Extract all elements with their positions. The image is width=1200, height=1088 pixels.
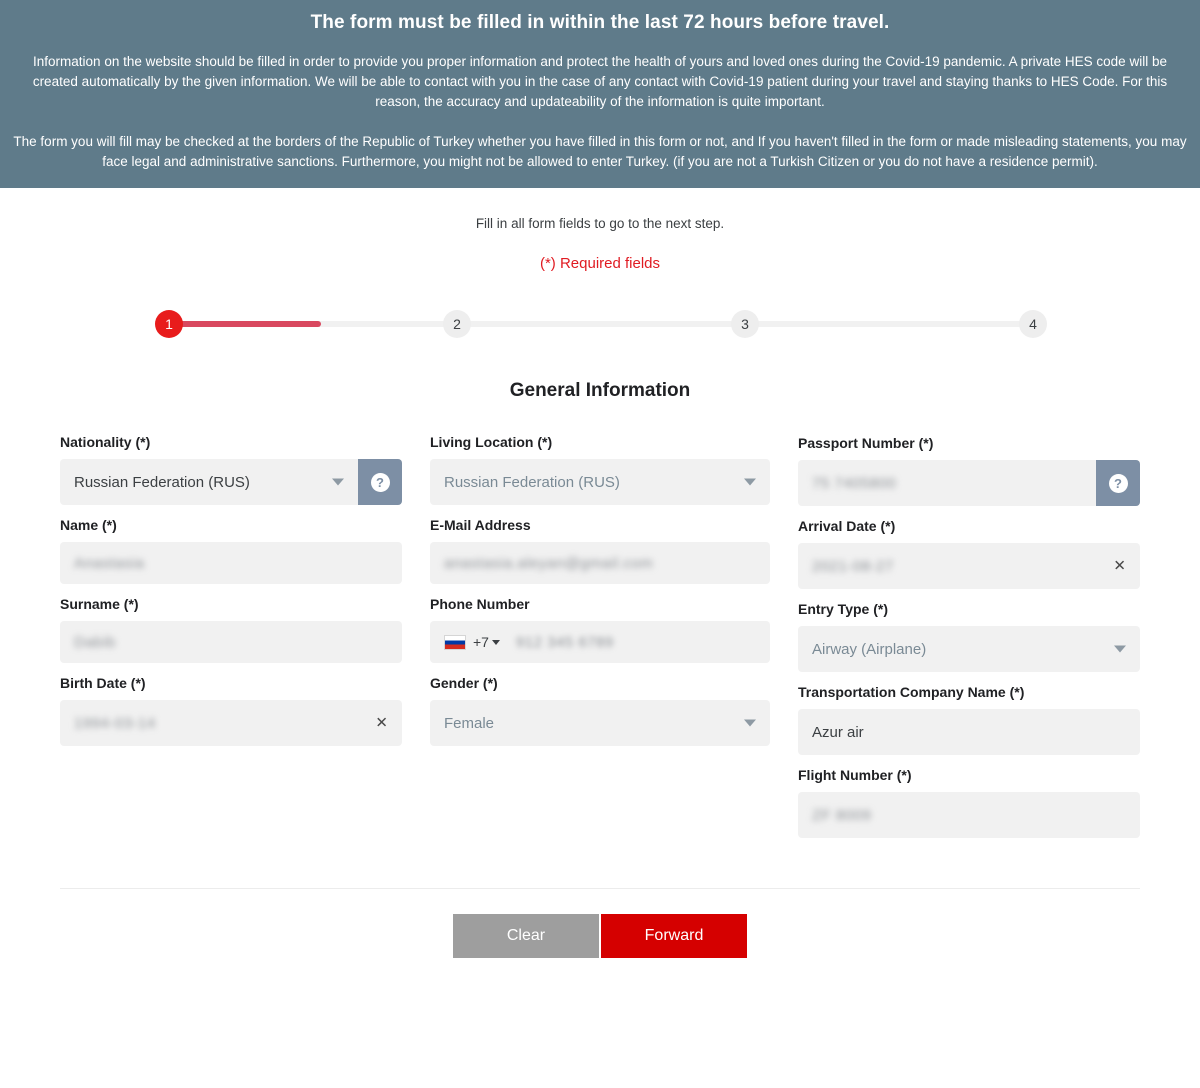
chevron-down-icon — [491, 639, 500, 645]
general-information-form: Nationality (*) Russian Federation (RUS)… — [0, 432, 1200, 848]
field-label-flight-number: Flight Number (*) — [798, 767, 912, 783]
nationality-select[interactable]: Russian Federation (RUS) ? — [60, 459, 402, 505]
surname-value: Dabib — [74, 633, 116, 651]
flight-number-value: ZF 8009 — [812, 806, 872, 824]
field-label-email: E-Mail Address — [430, 517, 531, 533]
step-item-2[interactable]: 2 — [443, 310, 471, 338]
info-banner: The form must be filled in within the la… — [0, 0, 1200, 188]
russia-flag-icon — [444, 634, 466, 650]
name-value: Anastasia — [74, 554, 145, 572]
intro-section: Fill in all form fields to go to the nex… — [0, 188, 1200, 272]
living-location-value: Russian Federation (RUS) — [444, 473, 620, 491]
phone-dial-code: +7 — [473, 634, 489, 650]
phone-country-selector[interactable]: +7 — [444, 634, 500, 650]
step-item-4[interactable]: 4 — [1019, 310, 1047, 338]
field-passport-number: Passport Number (*) 75 7405800 ? — [798, 433, 1140, 506]
close-icon[interactable]: ✕ — [375, 716, 388, 731]
arrival-date-value: 2021-08-27 — [812, 557, 894, 575]
footer-divider — [60, 888, 1140, 889]
banner-paragraph-2: The form you will fill may be checked at… — [13, 134, 1187, 169]
passport-number-value: 75 7405800 — [812, 474, 897, 492]
field-nationality: Nationality (*) Russian Federation (RUS)… — [60, 432, 402, 505]
forward-button[interactable]: Forward — [601, 914, 747, 958]
question-mark-icon: ? — [370, 472, 390, 492]
field-flight-number: Flight Number (*) ZF 8009 — [798, 765, 1140, 838]
clear-button[interactable]: Clear — [453, 914, 599, 958]
transportation-company-input[interactable]: Azur air — [798, 709, 1140, 755]
birth-date-value: 1994-03-14 — [74, 714, 156, 732]
field-transportation-company: Transportation Company Name (*) Azur air — [798, 682, 1140, 755]
flight-number-input[interactable]: ZF 8009 — [798, 792, 1140, 838]
name-input[interactable]: Anastasia — [60, 542, 402, 584]
field-name: Name (*) Anastasia — [60, 515, 402, 584]
step-progress-indicator: 1 2 3 4 — [155, 304, 1047, 344]
form-column-3: Passport Number (*) 75 7405800 ? Arrival… — [798, 432, 1140, 848]
birth-date-input[interactable]: 1994-03-14 ✕ — [60, 700, 402, 746]
chevron-down-icon — [744, 719, 756, 727]
page-title: General Information — [509, 380, 691, 401]
field-surname: Surname (*) Dabib — [60, 594, 402, 663]
email-value: anastasia.aleyan@gmail.com — [444, 554, 654, 572]
field-label-name: Name (*) — [60, 517, 117, 533]
phone-value: 912 345 6789 — [515, 633, 614, 651]
field-entry-type: Entry Type (*) Airway (Airplane) — [798, 599, 1140, 672]
step-progress-fill — [171, 321, 321, 327]
field-label-entry-type: Entry Type (*) — [798, 601, 888, 617]
question-mark-icon: ? — [1108, 473, 1128, 493]
form-actions: Clear Forward — [0, 914, 1200, 958]
field-label-transportation-company: Transportation Company Name (*) — [798, 684, 1025, 700]
field-gender: Gender (*) Female — [430, 673, 770, 746]
nationality-help-button[interactable]: ? — [358, 459, 402, 505]
transportation-company-value: Azur air — [812, 723, 864, 741]
field-label-surname: Surname (*) — [60, 596, 139, 612]
arrival-date-input[interactable]: 2021-08-27 ✕ — [798, 543, 1140, 589]
email-input[interactable]: anastasia.aleyan@gmail.com — [430, 542, 770, 584]
field-birth-date: Birth Date (*) 1994-03-14 ✕ — [60, 673, 402, 746]
step-item-1[interactable]: 1 — [155, 310, 183, 338]
field-label-phone: Phone Number — [430, 596, 530, 612]
banner-paragraph-1: Information on the website should be fil… — [32, 54, 1168, 109]
field-label-passport-number: Passport Number (*) — [798, 435, 934, 451]
banner-title: The form must be filled in within the la… — [310, 12, 890, 33]
passport-number-input[interactable]: 75 7405800 ? — [798, 460, 1140, 506]
field-label-gender: Gender (*) — [430, 675, 498, 691]
field-living-location: Living Location (*) Russian Federation (… — [430, 432, 770, 505]
field-label-arrival-date: Arrival Date (*) — [798, 518, 896, 534]
living-location-select[interactable]: Russian Federation (RUS) — [430, 459, 770, 505]
chevron-down-icon — [744, 478, 756, 486]
gender-value: Female — [444, 714, 495, 732]
phone-input[interactable]: +7 912 345 6789 — [430, 621, 770, 663]
field-label-nationality: Nationality (*) — [60, 434, 151, 450]
field-phone: Phone Number +7 912 345 6789 — [430, 594, 770, 663]
form-column-1: Nationality (*) Russian Federation (RUS)… — [60, 432, 402, 848]
surname-input[interactable]: Dabib — [60, 621, 402, 663]
passport-help-button[interactable]: ? — [1096, 460, 1140, 506]
entry-type-value: Airway (Airplane) — [812, 640, 927, 658]
field-email: E-Mail Address anastasia.aleyan@gmail.co… — [430, 515, 770, 584]
field-label-birth-date: Birth Date (*) — [60, 675, 146, 691]
gender-select[interactable]: Female — [430, 700, 770, 746]
step-item-3[interactable]: 3 — [731, 310, 759, 338]
form-column-2: Living Location (*) Russian Federation (… — [430, 432, 770, 848]
entry-type-select[interactable]: Airway (Airplane) — [798, 626, 1140, 672]
chevron-down-icon — [332, 478, 344, 486]
required-fields-note: (*) Required fields — [539, 255, 661, 272]
instruction-text: Fill in all form fields to go to the nex… — [475, 216, 725, 231]
chevron-down-icon — [1114, 645, 1126, 653]
nationality-value: Russian Federation (RUS) — [74, 473, 250, 491]
close-icon[interactable]: ✕ — [1113, 559, 1126, 574]
field-label-living-location: Living Location (*) — [430, 434, 553, 450]
field-arrival-date: Arrival Date (*) 2021-08-27 ✕ — [798, 516, 1140, 589]
